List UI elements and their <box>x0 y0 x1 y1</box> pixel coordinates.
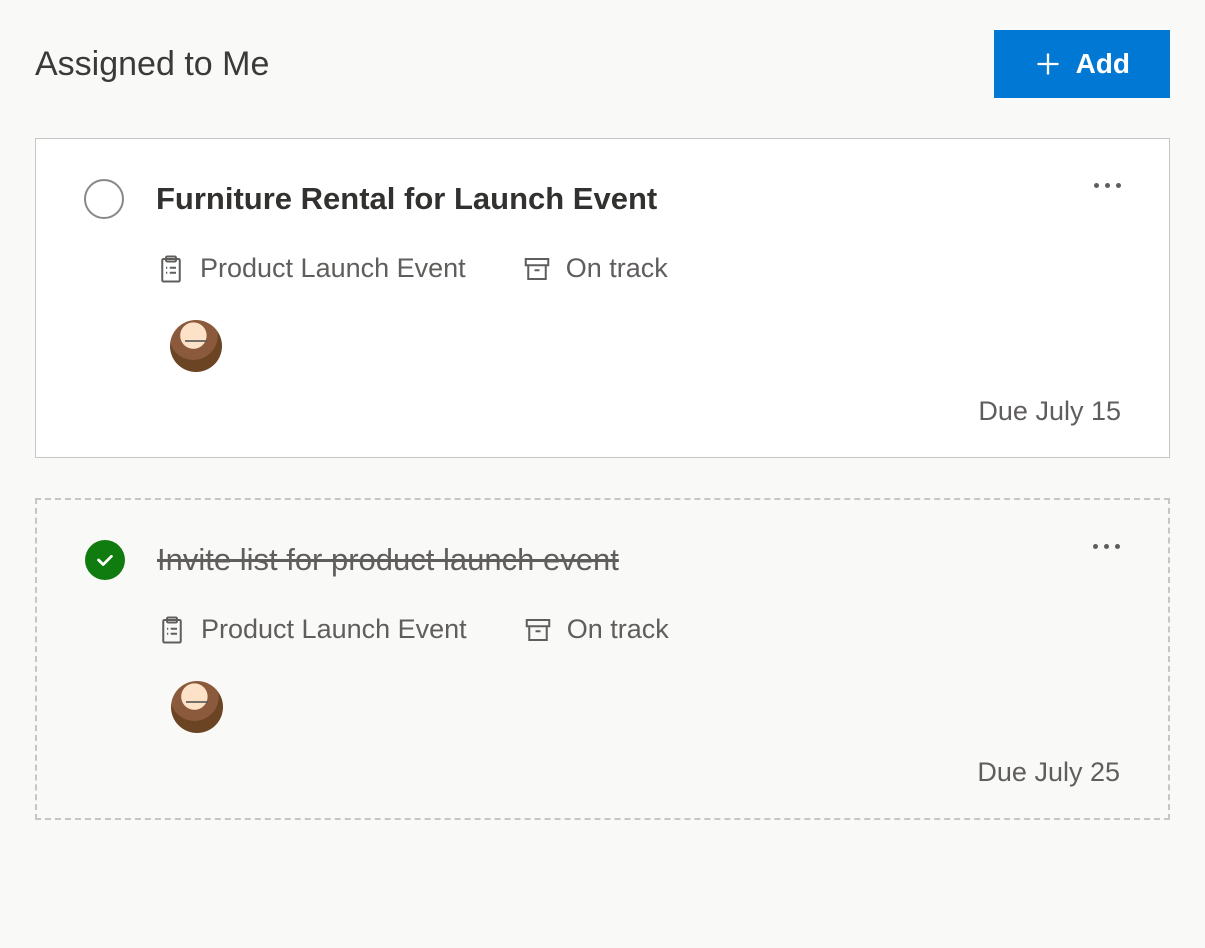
avatar <box>171 681 223 733</box>
plan-meta: Product Launch Event <box>157 614 467 645</box>
archive-icon <box>522 254 552 284</box>
status-label: On track <box>566 253 668 284</box>
status-meta: On track <box>522 253 668 284</box>
avatar <box>170 320 222 372</box>
status-label: On track <box>567 614 669 645</box>
status-meta: On track <box>523 614 669 645</box>
check-icon <box>94 549 116 571</box>
plus-icon <box>1034 50 1062 78</box>
task-title: Invite list for product launch event <box>157 542 619 578</box>
task-card[interactable]: Furniture Rental for Launch Event Produc… <box>35 138 1170 458</box>
page-title: Assigned to Me <box>35 45 269 84</box>
due-date: Due July 15 <box>84 396 1121 427</box>
clipboard-icon <box>157 615 187 645</box>
task-checkbox-unchecked[interactable] <box>84 179 124 219</box>
more-options-button[interactable] <box>1094 183 1121 188</box>
plan-label: Product Launch Event <box>201 614 467 645</box>
add-button-label: Add <box>1076 48 1130 80</box>
add-button[interactable]: Add <box>994 30 1170 98</box>
header: Assigned to Me Add <box>35 30 1170 98</box>
task-card[interactable]: Invite list for product launch event Pro… <box>35 498 1170 820</box>
task-checkbox-checked[interactable] <box>85 540 125 580</box>
archive-icon <box>523 615 553 645</box>
clipboard-icon <box>156 254 186 284</box>
plan-meta: Product Launch Event <box>156 253 466 284</box>
plan-label: Product Launch Event <box>200 253 466 284</box>
task-title: Furniture Rental for Launch Event <box>156 181 657 217</box>
more-options-button[interactable] <box>1093 544 1120 549</box>
due-date: Due July 25 <box>85 757 1120 788</box>
